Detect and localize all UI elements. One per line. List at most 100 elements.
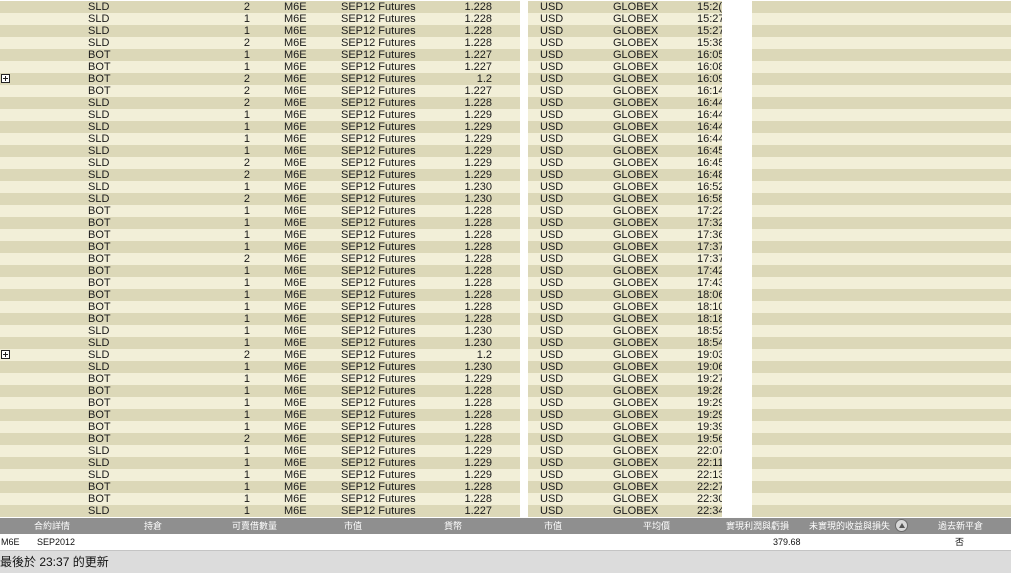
table-row[interactable]: SLD 1 M6E SEP12 Futures 1.229 USD GLOBEX 16:44	[0, 109, 1011, 121]
table-row[interactable]: BOT 2 M6E SEP12 Futures 1.2 USD GLOBEX 16:09	[0, 73, 1011, 85]
header-market-price[interactable]: 市值	[544, 518, 562, 534]
trade-currency: USD	[540, 433, 564, 445]
header-currency[interactable]: 貨幣	[444, 518, 462, 534]
trade-quantity: 1	[243, 121, 250, 133]
header-position[interactable]: 持倉	[144, 518, 162, 534]
table-row[interactable]: SLD 1 M6E SEP12 Futures 1.228 USD GLOBEX 15:27	[0, 25, 1011, 37]
trade-symbol: M6E	[284, 49, 307, 61]
table-row[interactable]: BOT 1 M6E SEP12 Futures 1.228 USD GLOBEX 22:30	[0, 493, 1011, 505]
table-row[interactable]: SLD 2 M6E SEP12 Futures 1.229 USD GLOBEX 16:45	[0, 157, 1011, 169]
trade-exchange: GLOBEX	[613, 25, 659, 37]
table-row[interactable]: BOT 1 M6E SEP12 Futures 1.227 USD GLOBEX 16:08	[0, 61, 1011, 73]
table-row[interactable]: SLD 2 M6E SEP12 Futures 1.228 USD GLOBEX 16:44	[0, 97, 1011, 109]
trade-description: SEP12 Futures	[341, 205, 416, 217]
table-row[interactable]: SLD 1 M6E SEP12 Futures 1.230 USD GLOBEX 18:54	[0, 337, 1011, 349]
trade-quantity: 1	[243, 373, 250, 385]
trade-time: 16:14	[697, 85, 722, 97]
table-row[interactable]: BOT 1 M6E SEP12 Futures 1.228 USD GLOBEX 19:39	[0, 421, 1011, 433]
trade-symbol: M6E	[284, 181, 307, 193]
table-row[interactable]: BOT 1 M6E SEP12 Futures 1.228 USD GLOBEX 18:10	[0, 301, 1011, 313]
table-row[interactable]: SLD 1 M6E SEP12 Futures 1.229 USD GLOBEX 16:45	[0, 145, 1011, 157]
table-row[interactable]: SLD 2 M6E SEP12 Futures 1.228 USD GLOBEX 15:38	[0, 37, 1011, 49]
table-row[interactable]: SLD 1 M6E SEP12 Futures 1.229 USD GLOBEX 16:44	[0, 133, 1011, 145]
trade-currency: USD	[540, 385, 564, 397]
table-row[interactable]: BOT 1 M6E SEP12 Futures 1.228 USD GLOBEX 17:43	[0, 277, 1011, 289]
table-row[interactable]: SLD 2 M6E SEP12 Futures 1.230 USD GLOBEX 16:58	[0, 193, 1011, 205]
expand-plus-icon[interactable]	[1, 350, 10, 359]
trade-price: 1.227	[464, 85, 492, 97]
header-market-value[interactable]: 市值	[344, 518, 362, 534]
trade-time: 17:32	[697, 217, 722, 229]
expand-plus-icon[interactable]	[1, 74, 10, 83]
table-row[interactable]: BOT 1 M6E SEP12 Futures 1.229 USD GLOBEX 19:27	[0, 373, 1011, 385]
trade-action: BOT	[88, 313, 111, 325]
position-realized-pnl: 379.68	[773, 537, 801, 547]
trade-symbol: M6E	[284, 469, 307, 481]
table-row[interactable]: BOT 1 M6E SEP12 Futures 1.228 USD GLOBEX 19:28	[0, 385, 1011, 397]
table-row[interactable]: BOT 1 M6E SEP12 Futures 1.228 USD GLOBEX 22:27	[0, 481, 1011, 493]
table-row[interactable]: SLD 1 M6E SEP12 Futures 1.229 USD GLOBEX 22:11	[0, 457, 1011, 469]
table-row[interactable]: SLD 1 M6E SEP12 Futures 1.229 USD GLOBEX 22:13	[0, 469, 1011, 481]
sort-ascending-icon[interactable]	[895, 519, 908, 532]
trade-symbol: M6E	[284, 385, 307, 397]
trade-time: 22:30	[697, 493, 722, 505]
trade-exchange: GLOBEX	[613, 193, 659, 205]
table-row[interactable]: BOT 1 M6E SEP12 Futures 1.228 USD GLOBEX 17:36	[0, 229, 1011, 241]
trade-description: SEP12 Futures	[341, 145, 416, 157]
trade-symbol: M6E	[284, 433, 307, 445]
trade-time: 19:28	[697, 385, 722, 397]
table-row[interactable]: BOT 1 M6E SEP12 Futures 1.228 USD GLOBEX 18:06	[0, 289, 1011, 301]
table-row[interactable]: BOT 2 M6E SEP12 Futures 1.227 USD GLOBEX 16:14	[0, 85, 1011, 97]
header-available-qty[interactable]: 可賣借數量	[232, 518, 277, 534]
header-contract-description[interactable]: 合約詳情	[34, 518, 70, 534]
table-row[interactable]: BOT 1 M6E SEP12 Futures 1.228 USD GLOBEX 17:37	[0, 241, 1011, 253]
trade-action: BOT	[88, 229, 111, 241]
trade-description: SEP12 Futures	[341, 253, 416, 265]
trade-symbol: M6E	[284, 193, 307, 205]
trade-time: 17:22	[697, 205, 722, 217]
table-row[interactable]: SLD 2 M6E SEP12 Futures 1.228 USD GLOBEX 15:2(	[0, 1, 1011, 13]
table-row[interactable]: BOT 1 M6E SEP12 Futures 1.228 USD GLOBEX 18:18	[0, 313, 1011, 325]
table-row[interactable]: SLD 2 M6E SEP12 Futures 1.229 USD GLOBEX 16:48	[0, 169, 1011, 181]
table-row[interactable]: BOT 1 M6E SEP12 Futures 1.228 USD GLOBEX 17:32	[0, 217, 1011, 229]
portfolio-position-row[interactable]: M6E SEP2012 379.68 否	[0, 534, 1011, 550]
table-row[interactable]: SLD 1 M6E SEP12 Futures 1.227 USD GLOBEX 22:34	[0, 505, 1011, 517]
trade-time: 16:44	[697, 121, 722, 133]
table-row[interactable]: BOT 1 M6E SEP12 Futures 1.228 USD GLOBEX 17:42	[0, 265, 1011, 277]
table-row[interactable]: BOT 1 M6E SEP12 Futures 1.228 USD GLOBEX 19:29	[0, 409, 1011, 421]
trade-time: 18:06	[697, 289, 722, 301]
trade-symbol: M6E	[284, 445, 307, 457]
table-row[interactable]: SLD 1 M6E SEP12 Futures 1.228 USD GLOBEX 15:27	[0, 13, 1011, 25]
trade-currency: USD	[540, 157, 564, 169]
trade-description: SEP12 Futures	[341, 337, 416, 349]
trade-exchange: GLOBEX	[613, 85, 659, 97]
table-row[interactable]: BOT 2 M6E SEP12 Futures 1.228 USD GLOBEX 17:37	[0, 253, 1011, 265]
table-row[interactable]: BOT 1 M6E SEP12 Futures 1.227 USD GLOBEX 16:05	[0, 49, 1011, 61]
trade-price: 1.228	[464, 37, 492, 49]
table-row[interactable]: BOT 2 M6E SEP12 Futures 1.228 USD GLOBEX 19:56	[0, 433, 1011, 445]
table-row[interactable]: BOT 1 M6E SEP12 Futures 1.228 USD GLOBEX 17:22	[0, 205, 1011, 217]
trade-quantity: 2	[243, 193, 250, 205]
trade-currency: USD	[540, 493, 564, 505]
trade-quantity: 2	[243, 85, 250, 97]
table-row[interactable]: SLD 1 M6E SEP12 Futures 1.230 USD GLOBEX 19:06	[0, 361, 1011, 373]
trade-time: 16:44	[697, 97, 722, 109]
header-realized-pnl[interactable]: 實現利潤與虧損	[726, 518, 789, 534]
table-row[interactable]: BOT 1 M6E SEP12 Futures 1.228 USD GLOBEX 19:29	[0, 397, 1011, 409]
header-unrealized-pnl[interactable]: 未實現的收益與損失	[809, 518, 890, 534]
trade-description: SEP12 Futures	[341, 313, 416, 325]
header-avg-price[interactable]: 平均價	[643, 518, 670, 534]
header-closing-trade[interactable]: 過去新平倉	[938, 518, 983, 534]
table-row[interactable]: SLD 1 M6E SEP12 Futures 1.230 USD GLOBEX 18:52	[0, 325, 1011, 337]
trade-currency: USD	[540, 145, 564, 157]
table-row[interactable]: SLD 1 M6E SEP12 Futures 1.229 USD GLOBEX 16:44	[0, 121, 1011, 133]
trade-price: 1.228	[464, 421, 492, 433]
trade-currency: USD	[540, 169, 564, 181]
trade-action: SLD	[88, 97, 110, 109]
table-row[interactable]: SLD 1 M6E SEP12 Futures 1.229 USD GLOBEX 22:07	[0, 445, 1011, 457]
status-bar: 最後於 23:37 的更新	[0, 550, 1011, 573]
trade-symbol: M6E	[284, 205, 307, 217]
table-row[interactable]: SLD 2 M6E SEP12 Futures 1.2 USD GLOBEX 19:03	[0, 349, 1011, 361]
table-row[interactable]: SLD 1 M6E SEP12 Futures 1.230 USD GLOBEX 16:52	[0, 181, 1011, 193]
trade-price: 1.228	[464, 397, 492, 409]
